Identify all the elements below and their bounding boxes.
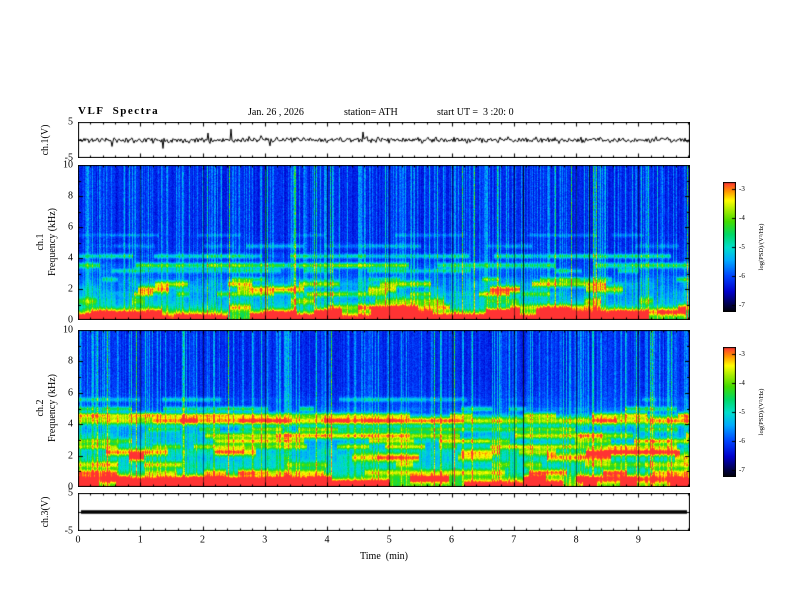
y-tick-label-ch1-freq: 6 <box>68 221 73 233</box>
y-tick-label-ch1-freq: 8 <box>68 190 73 202</box>
y-tick-label-ch2-freq: 2 <box>68 450 73 462</box>
ch1-waveform-panel <box>78 122 690 158</box>
colorbar2-tick-label: -6 <box>739 436 745 445</box>
ch2-frequency-axis-label: ch.2 Frequency (kHz) <box>35 374 59 442</box>
x-tick-label: 3 <box>262 534 268 546</box>
y-tick-label-ch3v: -5 <box>64 525 73 537</box>
x-tick-label: 5 <box>386 534 392 546</box>
ch1-frequency-axis-label: ch.1 Frequency (kHz) <box>35 208 59 276</box>
colorbar2-tick-label: -5 <box>739 408 745 416</box>
time-axis-label: Time (min) <box>360 551 408 562</box>
colorbar1-label: log(PSD)/(V²/Hz) <box>758 223 766 271</box>
ch1-voltage-axis-label: ch.1(V) <box>40 124 51 156</box>
x-tick-label: 9 <box>635 534 641 546</box>
y-tick-label-ch2-freq: 6 <box>68 387 73 399</box>
colorbar-ch2 <box>723 347 736 477</box>
y-tick-label-ch1-freq: 4 <box>68 252 73 264</box>
colorbar1-tick-label: -4 <box>739 214 745 223</box>
x-tick-label: 1 <box>137 534 143 546</box>
ch3-voltage-axis-label: ch.3(V) <box>40 496 51 528</box>
ch2-frequency-axis-label-line1: ch.2 <box>35 399 46 417</box>
colorbar2-tick-label: -7 <box>739 465 745 474</box>
ch1-frequency-axis-label-line1: ch.1 <box>35 233 46 251</box>
plot-station: station= ATH <box>344 107 398 118</box>
colorbar2-label: log(PSD)/(V²/Hz) <box>758 388 766 436</box>
x-tick-label: 4 <box>324 534 330 546</box>
colorbar1-tick-label: -5 <box>739 243 745 251</box>
y-tick-label-ch2-freq: 8 <box>68 355 73 367</box>
colorbar1-tick-label: -7 <box>739 300 745 309</box>
colorbar2-tick-label: -3 <box>739 350 745 359</box>
colorbar1-tick-label: -6 <box>739 271 745 280</box>
ch2-frequency-axis-label-line2: Frequency (kHz) <box>47 373 58 443</box>
colorbar-ch1 <box>723 182 736 312</box>
y-tick-label-ch3v: 5 <box>68 487 73 499</box>
x-tick-label: 8 <box>573 534 579 546</box>
x-tick-label: 7 <box>511 534 517 546</box>
y-tick-label-ch1-freq: 2 <box>68 283 73 295</box>
ch3-waveform-panel <box>78 493 690 531</box>
colorbar1-tick-label: -3 <box>739 185 745 194</box>
plot-start-ut: start UT = 3 :20: 0 <box>437 107 514 118</box>
ch1-spectrogram-panel <box>78 165 690 320</box>
vlf-spectra-plot: VLF Spectra Jan. 26 , 2026 station= ATH … <box>0 0 792 612</box>
y-tick-label-ch1-freq: 10 <box>63 159 73 171</box>
plot-title: VLF Spectra <box>78 105 160 117</box>
ch1-frequency-axis-label-line2: Frequency (kHz) <box>47 207 58 277</box>
plot-date: Jan. 26 , 2026 <box>248 107 304 118</box>
ch2-spectrogram-panel <box>78 330 690 487</box>
x-tick-label: 6 <box>449 534 455 546</box>
x-tick-label: 0 <box>75 534 81 546</box>
y-tick-label-ch2-freq: 4 <box>68 418 73 430</box>
colorbar2-tick-label: -4 <box>739 379 745 388</box>
x-tick-label: 2 <box>200 534 206 546</box>
y-tick-label-ch1v: 5 <box>68 116 73 128</box>
y-tick-label-ch2-freq: 10 <box>63 324 73 336</box>
